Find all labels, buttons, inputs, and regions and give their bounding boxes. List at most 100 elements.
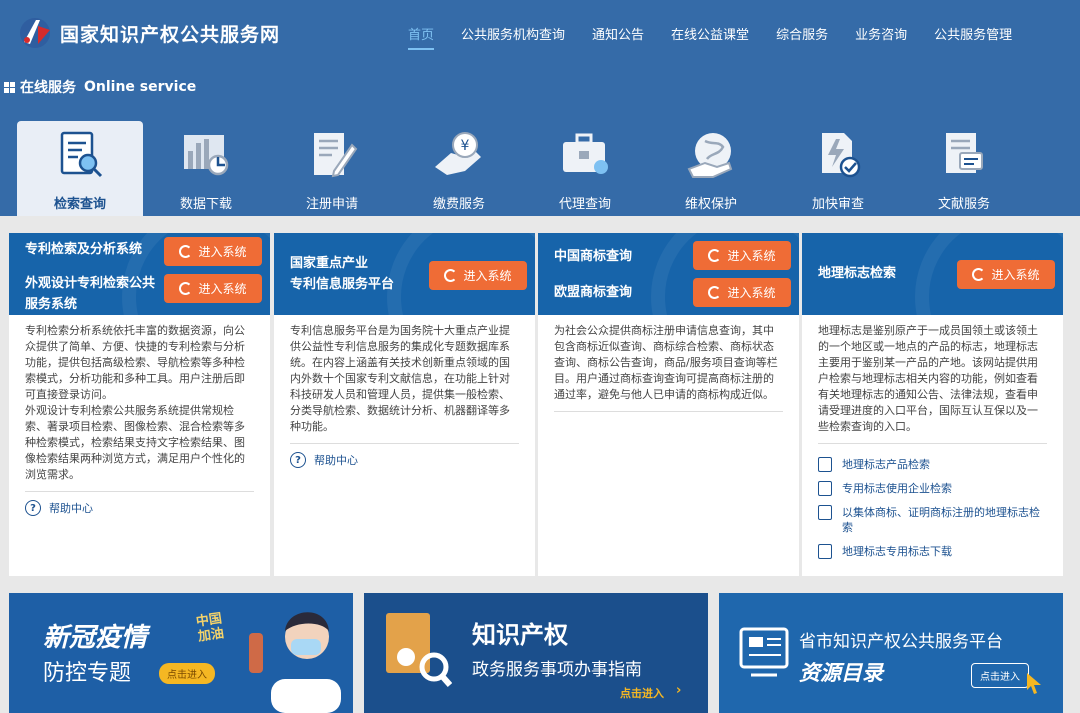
- question-icon: ?: [25, 500, 41, 516]
- svg-text:¥: ¥: [461, 138, 470, 154]
- geo-enter-button[interactable]: 进入系统: [957, 260, 1055, 289]
- patent-search-panel: 专利检索及分析系统 进入系统 外观设计专利检索公共服务系统 进入系统 专利检索分…: [9, 233, 270, 576]
- geo-trademark-search-link[interactable]: 以集体商标、证明商标注册的地理标志检索: [818, 505, 1047, 535]
- book-icon: [818, 457, 832, 472]
- tab-payment[interactable]: ¥ 缴费服务: [396, 121, 522, 216]
- nav-general-services[interactable]: 综合服务: [776, 24, 828, 43]
- grid-icon: [4, 81, 15, 93]
- globe-hand-icon: [687, 133, 733, 178]
- tab-data-download[interactable]: 数据下载: [143, 121, 269, 216]
- geo-enterprise-search-link[interactable]: 专用标志使用企业检索: [818, 481, 1047, 496]
- panel-header: 国家重点产业 专利信息服务平台 进入系统: [274, 233, 535, 315]
- eu-trademark-enter-button[interactable]: 进入系统: [693, 278, 791, 307]
- help-center-link[interactable]: ? 帮助中心: [9, 492, 270, 516]
- trademark-description: 为社会公众提供商标注册申请信息查询，其中包含商标近似查询、商标综合检索、商标状态…: [554, 324, 778, 401]
- site-header: 国家知识产权公共服务网 首页 公共服务机构查询 通知公告 在线公益课堂 综合服务…: [0, 0, 1080, 66]
- ip-guide-banner[interactable]: 知识产权 政务服务事项办事指南 点击进入 ›: [364, 593, 708, 713]
- bookmark-icon: [818, 481, 832, 496]
- key-industry-description: 专利信息服务平台是为国务院十大重点产业提供公益性专利信息服务的集成化专题数据库系…: [290, 324, 510, 433]
- search-doc-icon: [60, 131, 103, 178]
- service-tabs: 检索查询 数据下载 注册申请 ¥ 缴费服务 代理查询 维权保护 加快审查 文献服…: [0, 108, 1080, 216]
- platform-enter-button[interactable]: 点击进入: [971, 663, 1029, 688]
- tab-label: 代理查询: [558, 197, 611, 212]
- tab-label: 数据下载: [179, 197, 232, 212]
- covid-banner[interactable]: 新冠疫情 防控专题 点击进入 中国 加油: [9, 593, 353, 713]
- nav-online-classroom[interactable]: 在线公益课堂: [671, 24, 749, 43]
- section-title-en: Online service: [84, 79, 197, 95]
- cursor-arrow-icon: [1027, 673, 1041, 694]
- edit-doc-icon: [314, 133, 358, 178]
- guide-subtitle: 政务服务事项办事指南: [472, 660, 642, 680]
- covid-enter-button[interactable]: 点击进入: [159, 663, 215, 684]
- tab-rights-protection[interactable]: 维权保护: [648, 121, 774, 216]
- key-industry-enter-button[interactable]: 进入系统: [429, 261, 527, 290]
- china-trademark-title: 中国商标查询: [554, 249, 633, 264]
- platform-title: 省市知识产权公共服务平台: [799, 632, 1003, 652]
- patent-enter-button[interactable]: 进入系统: [164, 237, 262, 266]
- covid-title: 新冠疫情: [43, 623, 148, 653]
- patent-description: 专利检索分析系统依托丰富的数据资源，向公众提供了简单、方便、快捷的专利检索与分析…: [25, 324, 245, 481]
- covid-subtitle: 防控专题: [43, 661, 132, 686]
- site-logo[interactable]: 国家知识产权公共服务网: [16, 14, 280, 52]
- geo-product-search-link[interactable]: 地理标志产品检索: [818, 457, 1047, 472]
- main-nav: 首页 公共服务机构查询 通知公告 在线公益课堂 综合服务 业务咨询 公共服务管理: [408, 24, 1039, 50]
- hand-pointer-icon: [179, 245, 193, 258]
- geo-logo-download-link[interactable]: 地理标志专用标志下载: [818, 544, 1047, 559]
- patent-system-title: 专利检索及分析系统: [25, 242, 143, 257]
- hand-pointer-icon: [972, 268, 986, 281]
- hand-pointer-icon: [444, 269, 458, 282]
- certificate-search-icon: [386, 613, 452, 687]
- hand-pointer-icon: [179, 282, 193, 295]
- tab-label: 加快审查: [811, 197, 864, 212]
- tab-label: 注册申请: [305, 197, 358, 212]
- panel-header: 地理标志检索 进入系统: [802, 233, 1063, 315]
- bar-chart-icon: [184, 135, 229, 176]
- tab-label: 检索查询: [53, 197, 106, 212]
- tab-expedited-review[interactable]: 加快审查: [775, 121, 901, 216]
- payment-icon: ¥: [435, 132, 481, 175]
- tab-document-service[interactable]: 文献服务: [901, 121, 1027, 216]
- geo-indication-panel: 地理标志检索 进入系统 地理标志是鉴别原产于一成员国领土或该领土的一个地区或一地…: [802, 233, 1063, 576]
- nav-home[interactable]: 首页: [408, 24, 435, 50]
- tab-agency-query[interactable]: 代理查询: [522, 121, 648, 216]
- panel-header: 专利检索及分析系统 进入系统 外观设计专利检索公共服务系统 进入系统: [9, 233, 270, 315]
- logo-emblem-icon: [20, 18, 50, 48]
- design-patent-enter-button[interactable]: 进入系统: [164, 274, 262, 303]
- covid-cheer-badge: 中国 加油: [195, 611, 225, 645]
- document-icon: [946, 133, 983, 173]
- bookmark-icon: [818, 505, 832, 520]
- doctor-illustration-icon: [249, 612, 341, 713]
- tab-label: 维权保护: [684, 197, 737, 212]
- geo-description: 地理标志是鉴别原产于一成员国领土或该领土的一个地区或一地点的产品的标志，地理标志…: [818, 324, 1038, 433]
- question-icon: ?: [290, 452, 306, 468]
- online-service-heading: 在线服务 Online service: [0, 66, 1080, 108]
- service-panels: 专利检索及分析系统 进入系统 外观设计专利检索公共服务系统 进入系统 专利检索分…: [9, 233, 1063, 576]
- eu-trademark-title: 欧盟商标查询: [554, 285, 633, 300]
- tab-label: 文献服务: [937, 197, 990, 212]
- guide-title: 知识产权: [472, 621, 568, 649]
- tab-registration[interactable]: 注册申请: [269, 121, 395, 216]
- nav-service-agency[interactable]: 公共服务机构查询: [461, 24, 565, 43]
- china-trademark-enter-button[interactable]: 进入系统: [693, 241, 791, 270]
- guide-enter-link[interactable]: 点击进入: [620, 685, 664, 701]
- trademark-panel: 中国商标查询 进入系统 欧盟商标查询 进入系统 为社会公众提供商标注册申请信息查…: [538, 233, 799, 576]
- nav-service-management[interactable]: 公共服务管理: [934, 24, 1012, 43]
- platform-subtitle: 资源目录: [799, 661, 883, 685]
- key-industry-panel: 国家重点产业 专利信息服务平台 进入系统 专利信息服务平台是为国务院十大重点产业…: [274, 233, 535, 576]
- promo-banners: 新冠疫情 防控专题 点击进入 中国 加油 知识产权 政务服务事项办事指南 点击进…: [9, 593, 1063, 713]
- hand-pointer-icon: [708, 286, 722, 299]
- help-center-link[interactable]: ? 帮助中心: [274, 444, 535, 468]
- hand-pointer-icon: [708, 249, 722, 262]
- chevron-right-icon: ›: [676, 683, 682, 698]
- nav-notices[interactable]: 通知公告: [592, 24, 644, 43]
- geo-indication-title: 地理标志检索: [818, 266, 897, 281]
- fast-check-icon: [822, 133, 861, 178]
- briefcase-icon: [563, 133, 608, 174]
- geo-link-list: 地理标志产品检索 专用标志使用企业检索 以集体商标、证明商标注册的地理标志检索 …: [802, 444, 1063, 559]
- resource-directory-banner[interactable]: 省市知识产权公共服务平台 资源目录 点击进入: [719, 593, 1063, 713]
- nav-consulting[interactable]: 业务咨询: [855, 24, 907, 43]
- tab-search[interactable]: 检索查询: [17, 121, 143, 216]
- panel-header: 中国商标查询 进入系统 欧盟商标查询 进入系统: [538, 233, 799, 315]
- divider: [554, 411, 783, 412]
- download-icon: [818, 544, 832, 559]
